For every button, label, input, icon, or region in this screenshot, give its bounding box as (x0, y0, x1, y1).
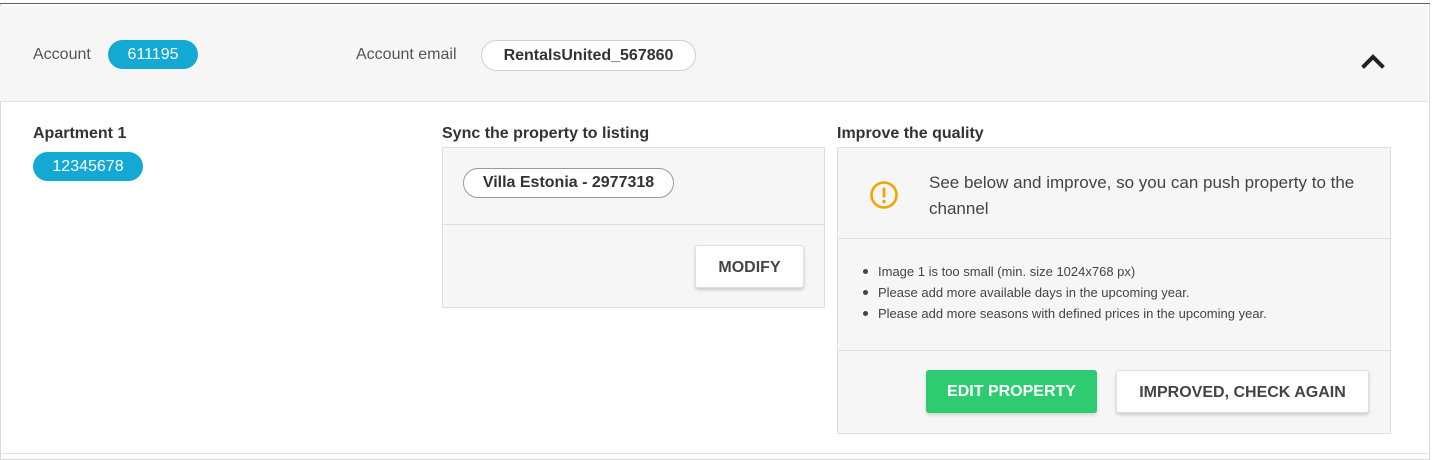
account-header[interactable]: Account 611195 Account email RentalsUnit… (0, 6, 1428, 102)
list-item: Please add more available days in the up… (860, 282, 1267, 303)
apartment-id-badge: 12345678 (33, 152, 143, 181)
list-item: Please add more seasons with defined pri… (860, 303, 1267, 324)
quality-issues-list: Image 1 is too small (min. size 1024x768… (860, 261, 1267, 324)
list-item: Image 1 is too small (min. size 1024x768… (860, 261, 1267, 282)
quality-warning-text: See below and improve, so you can push p… (929, 173, 1355, 218)
exclamation-circle-icon (870, 181, 898, 209)
quality-panel: See below and improve, so you can push p… (837, 147, 1391, 434)
account-id-badge: 611195 (108, 40, 198, 69)
card-divider (0, 453, 1430, 454)
apartment-title: Apartment 1 (33, 125, 127, 142)
improved-check-again-button[interactable]: IMPROVED, CHECK AGAIN (1116, 370, 1369, 413)
account-label: Account (33, 46, 91, 63)
quality-warning: See below and improve, so you can push p… (838, 148, 1390, 239)
account-email-label: Account email (356, 46, 457, 63)
quality-issues-section: Image 1 is too small (min. size 1024x768… (838, 239, 1390, 351)
account-email-badge: RentalsUnited_567860 (481, 40, 696, 71)
edit-property-button[interactable]: EDIT PROPERTY (926, 370, 1097, 413)
modify-button[interactable]: MODIFY (695, 245, 804, 288)
quality-section-title: Improve the quality (837, 125, 984, 142)
sync-panel-top: Villa Estonia - 2977318 (443, 148, 824, 225)
sync-section-title: Sync the property to listing (442, 125, 650, 142)
listing-tag: Villa Estonia - 2977318 (463, 168, 674, 198)
sync-panel: Villa Estonia - 2977318 MODIFY (442, 147, 825, 308)
chevron-up-icon[interactable] (1361, 53, 1385, 69)
